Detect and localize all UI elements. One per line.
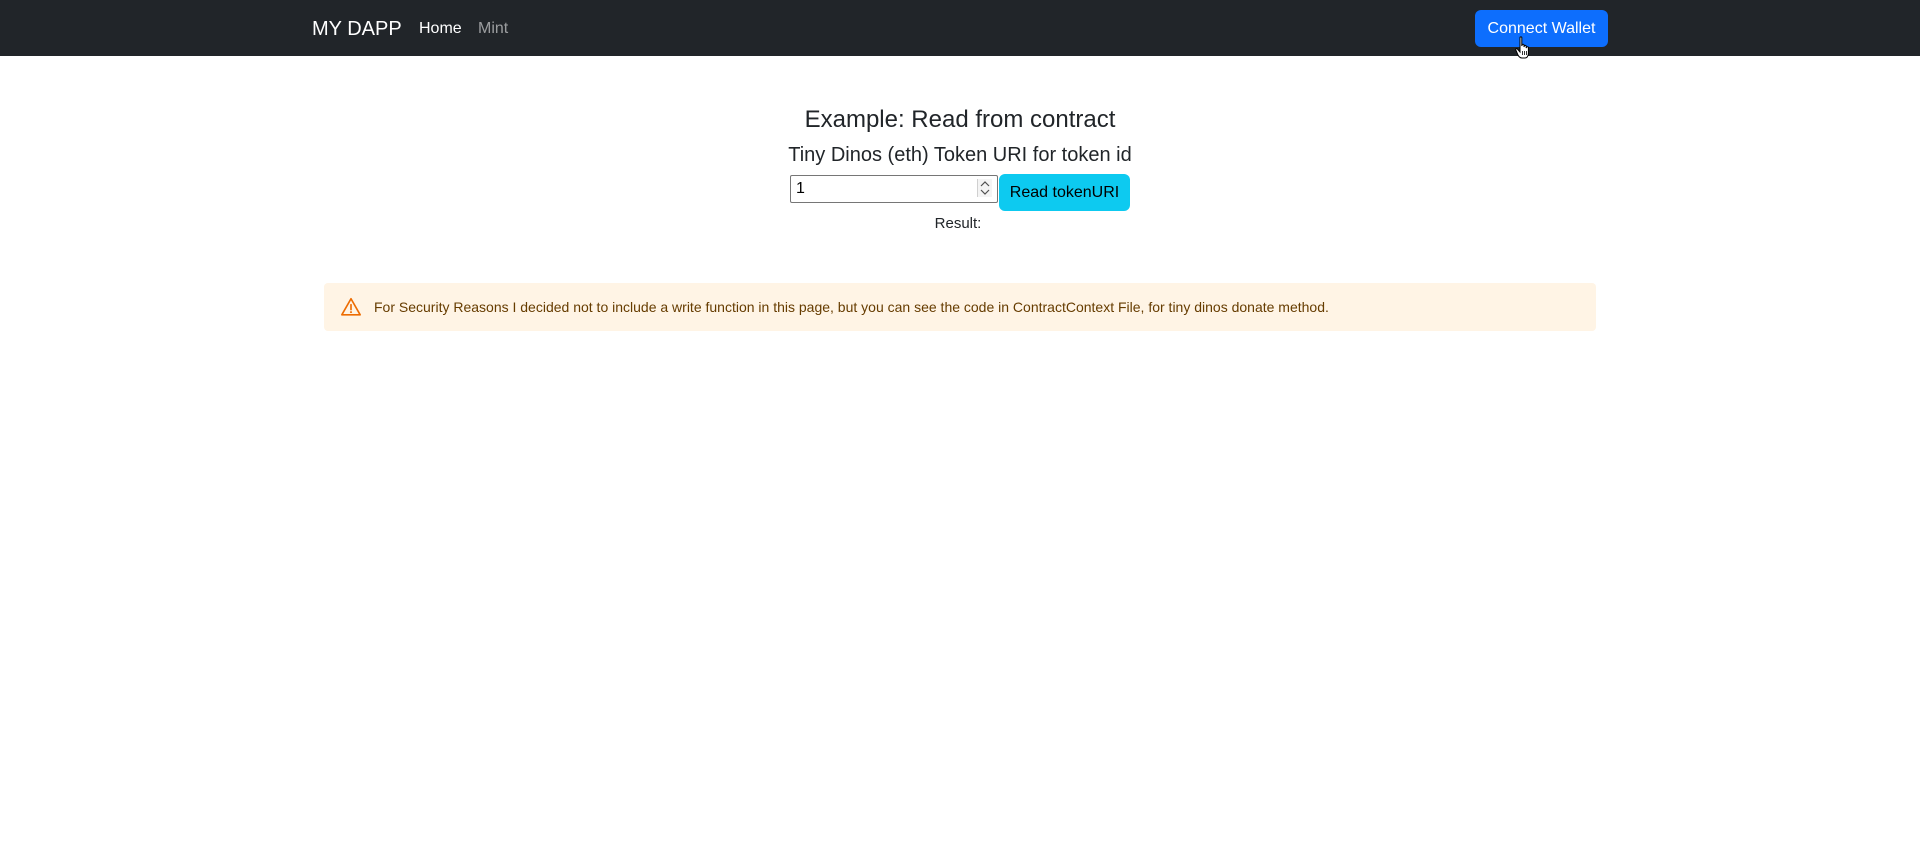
token-id-input[interactable] bbox=[790, 175, 998, 203]
result-line: Result: bbox=[0, 215, 1920, 233]
token-id-stepper[interactable] bbox=[977, 179, 992, 197]
warning-triangle-icon bbox=[341, 297, 361, 316]
brand-logo-text[interactable]: MY DAPP bbox=[312, 16, 402, 42]
result-label: Result: bbox=[934, 215, 982, 232]
chevron-down-icon[interactable] bbox=[980, 189, 990, 195]
chevron-up-icon[interactable] bbox=[980, 181, 990, 187]
alert-message: For Security Reasons I decided not to in… bbox=[374, 299, 1329, 315]
nav-link-home[interactable]: Home bbox=[419, 19, 462, 39]
token-uri-subtitle: Tiny Dinos (eth) Token URI for token id bbox=[788, 144, 1132, 166]
nav-link-mint[interactable]: Mint bbox=[478, 19, 508, 39]
top-navbar: MY DAPP Home Mint Connect Wallet bbox=[0, 0, 1920, 56]
hand-pointer-cursor-icon bbox=[1515, 36, 1529, 59]
connect-wallet-button[interactable]: Connect Wallet bbox=[1475, 10, 1608, 47]
security-warning-alert: For Security Reasons I decided not to in… bbox=[324, 283, 1596, 331]
page-title: Example: Read from contract bbox=[804, 106, 1116, 133]
read-tokenuri-button[interactable]: Read tokenURI bbox=[999, 174, 1130, 211]
